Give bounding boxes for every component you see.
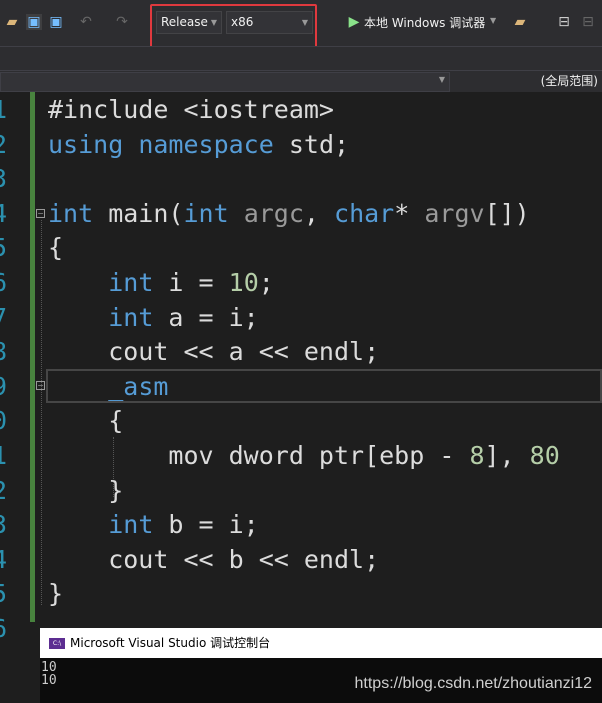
code-token: mov dword ptr[ebp - <box>48 441 470 470</box>
code-token: b = i; <box>153 510 259 540</box>
bookmark-icon[interactable]: ⊟ <box>556 14 572 30</box>
code-token: i = <box>153 268 229 297</box>
code-token: using <box>48 129 124 159</box>
code-line: cout << b << endl; <box>48 543 379 578</box>
line-number: 2 <box>0 474 7 509</box>
fold-guide <box>41 220 42 605</box>
code-token: } <box>48 475 124 505</box>
find-icon[interactable]: ▰ <box>512 14 528 30</box>
navigation-bar: ▼ (全局范围) <box>0 70 602 92</box>
line-number: 6 <box>0 266 7 301</box>
code-token: , <box>303 198 335 228</box>
code-line: } <box>48 474 123 509</box>
code-token: 10 <box>228 268 259 297</box>
code-token: * <box>394 198 425 228</box>
code-token: ; <box>258 268 274 297</box>
line-number: 6 <box>0 612 7 647</box>
outline-icon[interactable]: ⊟ <box>580 14 596 30</box>
console-titlebar: C:\ Microsoft Visual Studio 调试控制台 <box>40 628 602 658</box>
code-token: cout << a << endl; <box>48 337 380 367</box>
tab-strip <box>0 46 602 70</box>
types-dropdown[interactable]: ▼ <box>0 72 450 92</box>
line-number: 1 <box>0 439 7 474</box>
code-token: cout << b << endl; <box>48 544 380 574</box>
code-line: int main(int argc, char* argv[]) <box>48 197 530 232</box>
save-all-icon[interactable]: ▣ <box>48 14 64 30</box>
line-number: 3 <box>0 508 7 543</box>
scope-dropdown[interactable]: (全局范围) <box>452 72 602 92</box>
console-window: C:\ Microsoft Visual Studio 调试控制台 10 10 ht… <box>40 628 602 703</box>
change-marker <box>30 92 35 622</box>
toolbar: ▰ ▣ ▣ ↶ ↷ Release ▼ x86 ▼ ▶ 本地 Windows 调试器… <box>0 0 602 48</box>
line-number: 9 <box>0 370 7 405</box>
output-line: 10 <box>41 660 57 675</box>
code-line: mov dword ptr[ebp - 8], 80 <box>48 439 560 474</box>
code-line: cout << a << endl; <box>48 335 379 370</box>
code-token: } <box>48 579 64 609</box>
code-token: std; <box>273 129 350 159</box>
chevron-down-icon: ▼ <box>438 75 445 84</box>
code-editor[interactable]: − − 1234567890123456#include <iostream>u… <box>0 92 602 643</box>
code-line: _asm <box>48 370 168 405</box>
collapse-icon[interactable]: − <box>36 209 45 218</box>
open-folder-icon[interactable]: ▰ <box>4 14 20 30</box>
code-token: []) <box>484 198 530 228</box>
code-token: 8 <box>469 441 485 470</box>
line-number: 3 <box>0 162 7 197</box>
code-line: { <box>48 231 63 266</box>
code-token: { <box>48 406 124 436</box>
code-token: int <box>108 302 154 332</box>
code-token: a = i; <box>153 302 259 332</box>
console-icon: C:\ <box>49 638 65 649</box>
code-line: int a = i; <box>48 301 259 336</box>
code-token: argv <box>424 198 485 228</box>
line-number: 0 <box>0 404 7 439</box>
start-debugger-button[interactable]: 本地 Windows 调试器 <box>364 14 485 31</box>
watermark: https://blog.csdn.net/zhoutianzi12 <box>354 675 593 692</box>
line-number: 5 <box>0 577 7 612</box>
undo-icon[interactable]: ↶ <box>78 14 94 30</box>
code-token: int <box>183 198 229 228</box>
code-line: int i = 10; <box>48 266 274 301</box>
code-line: using namespace std; <box>48 128 349 163</box>
code-token: _asm <box>108 371 169 401</box>
code-token: main( <box>93 198 184 228</box>
highlight-box <box>150 4 317 48</box>
line-number: 5 <box>0 231 7 266</box>
code-line: { <box>48 404 123 439</box>
line-number: 4 <box>0 197 7 232</box>
code-token: ], <box>484 441 530 470</box>
line-number: 2 <box>0 128 7 163</box>
code-token: int <box>108 268 154 297</box>
line-number: 7 <box>0 301 7 336</box>
code-token: <iostream> <box>183 95 334 124</box>
code-line: } <box>48 577 63 612</box>
line-number: 1 <box>0 93 7 128</box>
code-token: { <box>48 233 64 263</box>
code-token: int <box>108 510 154 540</box>
line-number: 8 <box>0 335 7 370</box>
code-line: int b = i; <box>48 508 259 543</box>
line-number: 4 <box>0 543 7 578</box>
save-icon[interactable]: ▣ <box>26 14 42 30</box>
chevron-down-icon[interactable]: ▼ <box>490 16 496 25</box>
code-token: namespace <box>138 129 274 159</box>
code-token: #include <box>48 95 184 124</box>
console-title: Microsoft Visual Studio 调试控制台 <box>70 636 271 650</box>
redo-icon[interactable]: ↷ <box>114 14 130 30</box>
code-token: int <box>48 198 94 228</box>
play-icon[interactable]: ▶ <box>346 14 362 30</box>
code-token: argc <box>243 198 304 228</box>
code-token: char <box>334 198 395 228</box>
code-token: 80 <box>529 441 560 470</box>
code-line: #include <iostream> <box>48 93 334 128</box>
